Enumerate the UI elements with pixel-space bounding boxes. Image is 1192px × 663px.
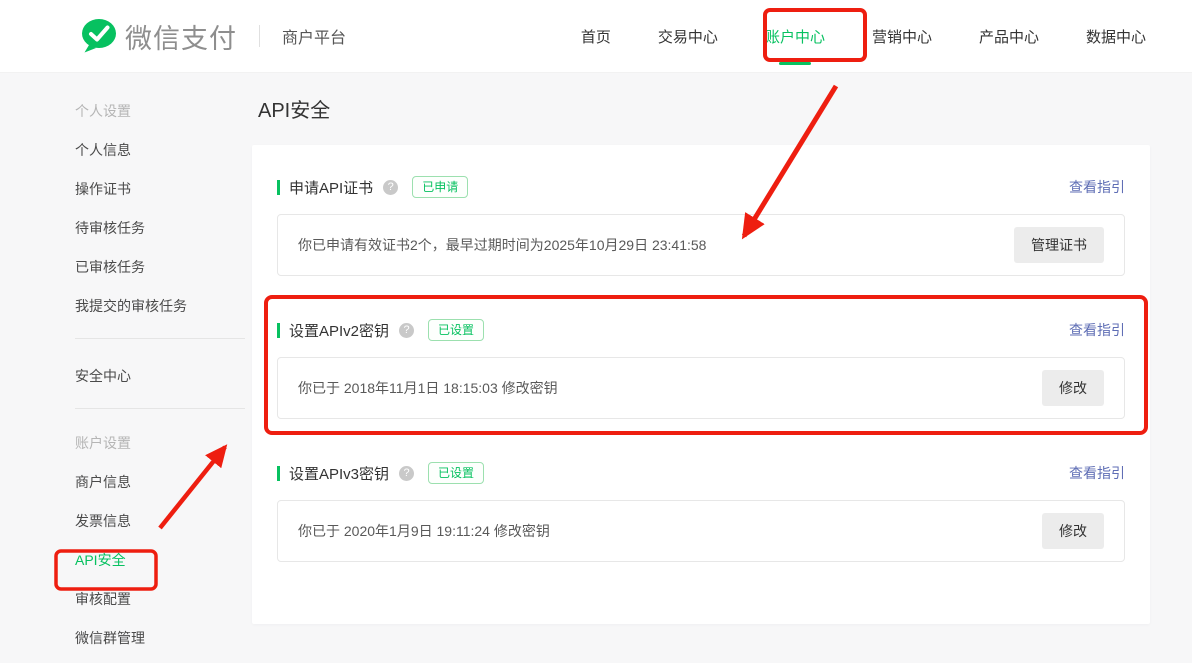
content-area: 个人设置 个人信息 操作证书 待审核任务 已审核任务 我提交的审核任务 安全中心… — [0, 73, 1192, 663]
sidebar-item-my-submitted-review-tasks[interactable]: 我提交的审核任务 — [75, 299, 252, 313]
view-guide-link[interactable]: 查看指引 — [1069, 177, 1125, 197]
wechat-pay-logo-icon — [80, 18, 118, 54]
nav-item-product-center[interactable]: 产品中心 — [979, 20, 1039, 53]
modify-apiv2-key-button[interactable]: 修改 — [1042, 370, 1104, 406]
merchant-platform-page: 微信支付 商户平台 首页 交易中心 账户中心 营销中心 产品中心 数据中心 个人… — [0, 0, 1192, 663]
modify-apiv3-key-button[interactable]: 修改 — [1042, 513, 1104, 549]
status-badge-applied: 已申请 — [412, 176, 468, 198]
apiv2-key-status-text: 你已于 2018年11月1日 18:15:03 修改密钥 — [298, 378, 1042, 398]
manage-certificate-button[interactable]: 管理证书 — [1014, 227, 1104, 263]
api-certificate-card-header: 申请API证书 ? 已申请 查看指引 — [277, 175, 1125, 199]
nav-item-data-center[interactable]: 数据中心 — [1086, 20, 1146, 53]
help-icon[interactable]: ? — [399, 323, 414, 338]
brand-logo[interactable]: 微信支付 — [80, 17, 237, 56]
sidebar-item-review-config[interactable]: 审核配置 — [75, 592, 252, 606]
section-accent-bar — [277, 466, 280, 481]
apiv3-key-status-text: 你已于 2020年1月9日 19:11:24 修改密钥 — [298, 521, 1042, 541]
active-tab-underline — [779, 62, 811, 65]
nav-item-account-center[interactable]: 账户中心 — [765, 20, 825, 53]
view-guide-link[interactable]: 查看指引 — [1069, 463, 1125, 483]
apiv3-key-row: 你已于 2020年1月9日 19:11:24 修改密钥 修改 — [277, 500, 1125, 562]
apiv3-key-card-header: 设置APIv3密钥 ? 已设置 查看指引 — [277, 461, 1125, 485]
page-title: API安全 — [258, 100, 1192, 123]
sidebar-item-pending-review-tasks[interactable]: 待审核任务 — [75, 221, 252, 235]
apiv2-key-row: 你已于 2018年11月1日 18:15:03 修改密钥 修改 — [277, 357, 1125, 419]
brand-name: 微信支付 — [125, 17, 237, 56]
api-certificate-title: 申请API证书 — [289, 177, 373, 198]
api-certificate-row: 你已申请有效证书2个，最早过期时间为2025年10月29日 23:41:58 管… — [277, 214, 1125, 276]
sidebar-section-account-settings: 账户设置 — [75, 436, 252, 450]
sidebar-item-operation-certificate[interactable]: 操作证书 — [75, 182, 252, 196]
sidebar-divider — [75, 408, 245, 409]
nav-item-marketing-center[interactable]: 营销中心 — [872, 20, 932, 53]
apiv3-key-title: 设置APIv3密钥 — [289, 463, 389, 484]
sidebar-item-invoice-info[interactable]: 发票信息 — [75, 514, 252, 528]
section-accent-bar — [277, 180, 280, 195]
sidebar-item-wechat-group-management[interactable]: 微信群管理 — [75, 631, 252, 645]
sidebar-item-merchant-info[interactable]: 商户信息 — [75, 475, 252, 489]
status-badge-set: 已设置 — [428, 319, 484, 341]
main-panel-area: API安全 申请API证书 ? 已申请 查看指引 你已申请有效证书2个，最早过期… — [252, 73, 1192, 663]
view-guide-link[interactable]: 查看指引 — [1069, 320, 1125, 340]
sidebar-section-personal-settings: 个人设置 — [75, 104, 252, 118]
apiv2-key-title: 设置APIv2密钥 — [289, 320, 389, 341]
nav-item-account-center-label: 账户中心 — [765, 29, 825, 46]
sidebar-item-api-security[interactable]: API安全 — [75, 553, 252, 567]
top-header: 微信支付 商户平台 首页 交易中心 账户中心 营销中心 产品中心 数据中心 — [0, 0, 1192, 73]
sidebar-item-security-center[interactable]: 安全中心 — [75, 369, 252, 383]
status-badge-set: 已设置 — [428, 462, 484, 484]
apiv2-key-card-header: 设置APIv2密钥 ? 已设置 查看指引 — [277, 318, 1125, 342]
sidebar-item-reviewed-tasks[interactable]: 已审核任务 — [75, 260, 252, 274]
sidebar: 个人设置 个人信息 操作证书 待审核任务 已审核任务 我提交的审核任务 安全中心… — [0, 73, 252, 663]
api-certificate-status-text: 你已申请有效证书2个，最早过期时间为2025年10月29日 23:41:58 — [298, 235, 1014, 255]
nav-item-transaction-center[interactable]: 交易中心 — [658, 20, 718, 53]
api-security-panel: 申请API证书 ? 已申请 查看指引 你已申请有效证书2个，最早过期时间为202… — [252, 145, 1150, 624]
sidebar-item-personal-info[interactable]: 个人信息 — [75, 143, 252, 157]
nav-item-home[interactable]: 首页 — [581, 20, 611, 53]
help-icon[interactable]: ? — [399, 466, 414, 481]
sidebar-divider — [75, 338, 245, 339]
brand-divider — [259, 25, 260, 47]
help-icon[interactable]: ? — [383, 180, 398, 195]
section-accent-bar — [277, 323, 280, 338]
main-nav: 首页 交易中心 账户中心 营销中心 产品中心 数据中心 — [581, 20, 1146, 53]
brand-subtitle: 商户平台 — [282, 24, 346, 48]
